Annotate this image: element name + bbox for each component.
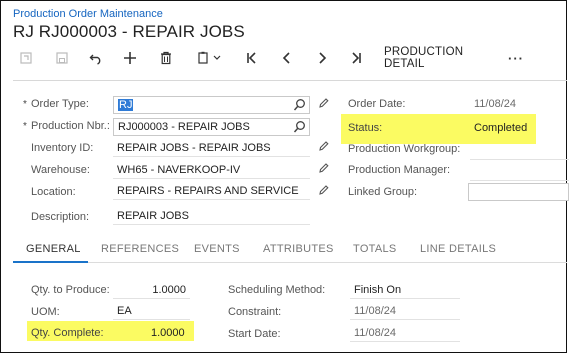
undo-icon[interactable]	[16, 46, 36, 70]
copy-paste-icon[interactable]	[192, 46, 228, 70]
order-type-field[interactable]: RJ	[113, 96, 310, 114]
scheduling-method-field[interactable]: Finish On	[350, 281, 460, 299]
save-icon[interactable]	[52, 46, 72, 70]
search-icon[interactable]	[293, 98, 306, 112]
production-workgroup-label: Production Workgroup:	[348, 143, 461, 155]
tab-bar: GENERAL REFERENCES EVENTS ATTRIBUTES TOT…	[13, 240, 567, 263]
tab-events[interactable]: EVENTS	[194, 243, 240, 255]
next-icon[interactable]	[312, 46, 332, 70]
search-icon[interactable]	[293, 120, 306, 134]
page-title: RJ RJ000003 - REPAIR JOBS	[13, 22, 245, 41]
constraint-label: Constraint:	[228, 306, 282, 318]
description-value: REPAIR JOBS	[117, 209, 189, 222]
inventory-id-field[interactable]: REPAIR JOBS - REPAIR JOBS	[113, 139, 310, 157]
inventory-id-value: REPAIR JOBS - REPAIR JOBS	[117, 141, 271, 154]
delete-icon[interactable]	[156, 46, 176, 70]
required-marker: *	[23, 99, 27, 110]
production-nbr-value: RJ000003 - REPAIR JOBS	[118, 121, 250, 133]
qty-to-produce-field[interactable]: 1.0000	[113, 281, 190, 299]
production-detail-button[interactable]: PRODUCTION DETAIL	[384, 46, 492, 70]
location-field[interactable]: REPAIRS - REPAIRS AND SERVICE	[113, 182, 310, 200]
production-manager-label: Production Manager:	[348, 164, 451, 176]
previous-icon[interactable]	[277, 46, 297, 70]
description-label: Description:	[31, 211, 90, 223]
uom-value: EA	[117, 304, 132, 317]
edit-warehouse-icon[interactable]	[318, 162, 329, 177]
start-date-field[interactable]: 11/08/24	[350, 324, 460, 342]
linked-group-label: Linked Group:	[348, 186, 418, 198]
start-date-value: 11/08/24	[354, 326, 397, 339]
production-workgroup-field[interactable]	[470, 142, 569, 160]
qty-complete-value: 1.0000	[151, 327, 185, 339]
tab-attributes[interactable]: ATTRIBUTES	[263, 243, 334, 255]
warehouse-value: WH65 - NAVERKOOP-IV	[117, 163, 241, 176]
toolbar-divider	[13, 80, 567, 81]
qty-complete-label: Qty. Complete:	[31, 327, 104, 339]
warehouse-field[interactable]: WH65 - NAVERKOOP-IV	[113, 161, 310, 179]
active-tab-indicator	[13, 261, 88, 263]
production-manager-field[interactable]	[470, 163, 569, 181]
uom-field[interactable]: EA	[113, 302, 190, 320]
tab-totals[interactable]: TOTALS	[353, 243, 397, 255]
start-date-label: Start Date:	[228, 328, 281, 340]
production-nbr-label: Production Nbr.:	[31, 120, 110, 132]
uom-label: UOM:	[31, 306, 60, 318]
required-marker: *	[23, 121, 27, 132]
more-menu-button[interactable]: ···	[505, 46, 527, 70]
edit-inventory-id-icon[interactable]	[318, 140, 329, 155]
edit-location-icon[interactable]	[318, 184, 329, 199]
toolbar: PRODUCTION DETAIL ···	[0, 46, 569, 70]
status-label: Status:	[348, 122, 383, 134]
status-value: Completed	[474, 122, 528, 134]
last-icon[interactable]	[346, 46, 366, 70]
location-label: Location:	[31, 186, 76, 198]
edit-order-type-icon[interactable]	[318, 97, 329, 112]
cancel-icon[interactable]	[86, 46, 106, 70]
order-date-label: Order Date:	[348, 98, 406, 110]
breadcrumb[interactable]: Production Order Maintenance	[13, 8, 163, 20]
warehouse-label: Warehouse:	[31, 164, 90, 176]
add-icon[interactable]	[120, 46, 140, 70]
order-type-value: RJ	[118, 99, 134, 111]
description-field[interactable]: REPAIR JOBS	[113, 207, 310, 225]
order-type-label: Order Type:	[31, 98, 89, 110]
location-value: REPAIRS - REPAIRS AND SERVICE	[117, 184, 299, 197]
order-date-value: 11/08/24	[474, 98, 517, 110]
scheduling-method-value: Finish On	[354, 283, 402, 296]
tab-references[interactable]: REFERENCES	[101, 243, 179, 255]
tab-line-details[interactable]: LINE DETAILS	[420, 243, 496, 255]
inventory-id-label: Inventory ID:	[31, 142, 94, 154]
qty-to-produce-value: 1.0000	[152, 283, 186, 296]
constraint-field[interactable]: 11/08/24	[350, 302, 460, 320]
qty-to-produce-label: Qty. to Produce:	[31, 284, 110, 296]
linked-group-field[interactable]	[468, 183, 569, 201]
scheduling-method-label: Scheduling Method:	[228, 284, 326, 296]
tab-general[interactable]: GENERAL	[26, 243, 81, 255]
constraint-value: 11/08/24	[354, 304, 397, 317]
production-nbr-field[interactable]: RJ000003 - REPAIR JOBS	[113, 118, 310, 136]
first-icon[interactable]	[242, 46, 262, 70]
